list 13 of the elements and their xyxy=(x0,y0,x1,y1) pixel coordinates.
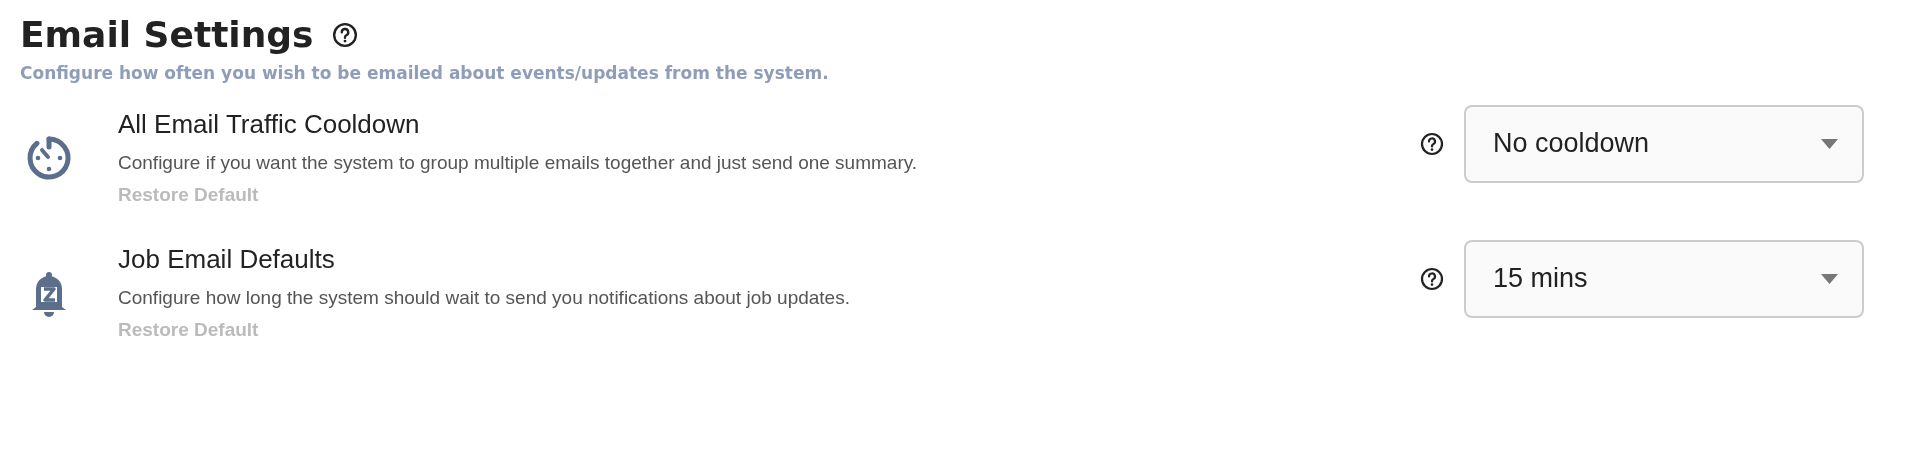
setting-title: All Email Traffic Cooldown xyxy=(118,109,421,140)
help-icon[interactable] xyxy=(1420,266,1444,291)
caret-icon xyxy=(1821,138,1838,149)
help-icon[interactable] xyxy=(331,21,358,48)
help-icon[interactable] xyxy=(1420,131,1444,156)
setting-title: Job Email Defaults xyxy=(118,244,336,275)
setting-description: Configure if you want the system to group multiple emails together and just send one summary. xyxy=(118,152,919,174)
page-subtitle: Configure how often you wish to be emailed about events/updates from the system. xyxy=(20,63,830,83)
dropdown-select[interactable]: No cooldown xyxy=(1464,104,1864,183)
setting-description: Configure how long the system should wait to send you notifications about job updates. xyxy=(118,287,851,309)
caret-icon xyxy=(1821,273,1838,284)
dropdown-select[interactable]: 15 mins xyxy=(1464,239,1864,318)
page-title: Email Settings xyxy=(20,14,314,55)
